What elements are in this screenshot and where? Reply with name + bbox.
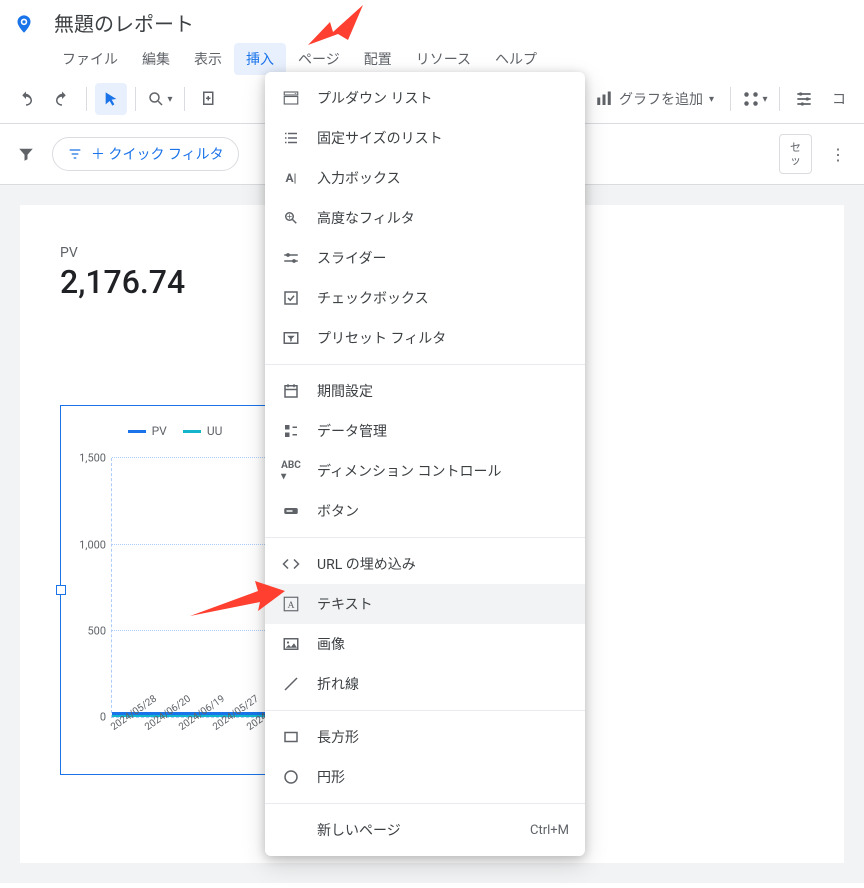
menu-item-label: 円形 [317, 767, 345, 787]
menu-file[interactable]: ファイル [50, 43, 130, 75]
menu-item-label: 固定サイズのリスト [317, 128, 443, 148]
button-icon [281, 501, 301, 521]
menu-item-fixed-list[interactable]: 固定サイズのリスト [265, 118, 585, 158]
legend-swatch [183, 430, 201, 433]
add-chart-label: グラフを追加 [619, 89, 703, 109]
line-icon [281, 674, 301, 694]
community-viz-button[interactable]: ▾ [739, 83, 771, 115]
menu-item-label: 長方形 [317, 727, 359, 747]
input-box-icon: A| [281, 168, 301, 188]
document-title[interactable]: 無題のレポート [50, 6, 854, 39]
zoom-tool[interactable]: ▾ [144, 83, 176, 115]
advanced-filter-icon [281, 208, 301, 228]
add-chart-button[interactable]: グラフを追加 ▾ [587, 89, 722, 109]
menu-item-label: データ管理 [317, 421, 387, 441]
toolbar-separator [779, 87, 780, 111]
menu-insert[interactable]: 挿入 [234, 43, 286, 75]
data-control-icon [281, 421, 301, 441]
menu-item-label: 折れ線 [317, 674, 359, 694]
menu-separator [265, 364, 585, 365]
preset-filter-icon [281, 328, 301, 348]
insert-menu-dropdown: プルダウン リスト固定サイズのリスト A| 入力ボックス高度なフィルタスライダーチェ… [265, 72, 585, 856]
menu-item-label: URL の埋め込み [317, 554, 416, 574]
menu-view[interactable]: 表示 [182, 43, 234, 75]
menu-item-slider[interactable]: スライダー [265, 238, 585, 278]
menu-item-input-box[interactable]: A| 入力ボックス [265, 158, 585, 198]
menu-item-button[interactable]: ボタン [265, 491, 585, 531]
controls-cut: コ [824, 89, 854, 109]
menu-item-label: ディメンション コントロール [317, 461, 502, 481]
more-options-button[interactable]: ⋮ [822, 138, 854, 170]
rectangle-icon [281, 727, 301, 747]
menu-item-new-page[interactable]: 新しいページ Ctrl+M [265, 810, 585, 850]
menu-item-dropdown-list[interactable]: プルダウン リスト [265, 78, 585, 118]
menu-separator [265, 710, 585, 711]
toolbar-separator [86, 87, 87, 111]
menu-item-image[interactable]: 画像 [265, 624, 585, 664]
blank-icon [281, 820, 301, 840]
legend-swatch [128, 430, 146, 433]
menu-item-label: スライダー [317, 248, 386, 268]
menu-item-checkbox[interactable]: チェックボックス [265, 278, 585, 318]
menu-shortcut: Ctrl+M [530, 823, 569, 838]
menu-item-embed-url[interactable]: URL の埋め込み [265, 544, 585, 584]
slider-icon [281, 248, 301, 268]
dimension-control-icon: ABC▾ [281, 461, 301, 481]
menu-item-label: 新しいページ [317, 820, 401, 840]
menu-resource[interactable]: リソース [404, 43, 483, 75]
circle-icon [281, 767, 301, 787]
toolbar-separator [184, 87, 185, 111]
menu-item-label: ボタン [317, 501, 359, 521]
embed-url-icon [281, 554, 301, 574]
menu-item-label: 画像 [317, 634, 345, 654]
add-page-button[interactable] [193, 83, 225, 115]
dropdown-list-icon [281, 88, 301, 108]
fixed-list-icon [281, 128, 301, 148]
checkbox-icon [281, 288, 301, 308]
menu-item-label: 入力ボックス [317, 168, 401, 188]
select-tool[interactable] [95, 83, 127, 115]
menu-item-line[interactable]: 折れ線 [265, 664, 585, 704]
menu-item-dimension-control[interactable]: ABC▾ ディメンション コントロール [265, 451, 585, 491]
menu-item-advanced-filter[interactable]: 高度なフィルタ [265, 198, 585, 238]
quick-filter-button[interactable]: ＋ クイック フィルタ [52, 137, 239, 171]
menu-item-text[interactable]: Aテキスト [265, 584, 585, 624]
menu-item-label: プリセット フィルタ [317, 328, 446, 348]
menu-item-data-control[interactable]: データ管理 [265, 411, 585, 451]
toolbar-separator [730, 87, 731, 111]
menubar: ファイル 編集 表示 挿入 ページ 配置 リソース ヘルプ [50, 43, 854, 75]
menu-separator [265, 803, 585, 804]
menu-item-label: プルダウン リスト [317, 88, 432, 108]
menu-item-date-range[interactable]: 期間設定 [265, 371, 585, 411]
menu-item-preset-filter[interactable]: プリセット フィルタ [265, 318, 585, 358]
toolbar-separator [135, 87, 136, 111]
date-range-icon [281, 381, 301, 401]
legend-item-pv[interactable]: PV [128, 424, 167, 438]
annotation-arrow-text [180, 576, 290, 636]
menu-item-label: チェックボックス [317, 288, 429, 308]
legend-item-uu[interactable]: UU [183, 424, 223, 438]
quick-filter-label: ＋ クイック フィルタ [91, 144, 224, 164]
app-logo[interactable] [10, 10, 38, 38]
undo-button[interactable] [10, 83, 42, 115]
menu-item-label: 期間設定 [317, 381, 373, 401]
annotation-arrow-top [308, 0, 368, 60]
menu-item-circle[interactable]: 円形 [265, 757, 585, 797]
menu-separator [265, 537, 585, 538]
reset-button[interactable]: セ ッ [779, 134, 812, 174]
controls-button[interactable] [788, 83, 820, 115]
menu-edit[interactable]: 編集 [130, 43, 182, 75]
image-icon [281, 634, 301, 654]
menu-item-rectangle[interactable]: 長方形 [265, 717, 585, 757]
chart-x-labels: 2024/05/28 2024/06/20 2024/06/19 2024/05… [109, 724, 289, 735]
redo-button[interactable] [46, 83, 78, 115]
filter-icon[interactable] [10, 138, 42, 170]
chart-legend: PV UU [61, 406, 289, 448]
menu-item-label: テキスト [317, 594, 373, 614]
menu-help[interactable]: ヘルプ [483, 43, 549, 75]
menu-item-label: 高度なフィルタ [317, 208, 415, 228]
